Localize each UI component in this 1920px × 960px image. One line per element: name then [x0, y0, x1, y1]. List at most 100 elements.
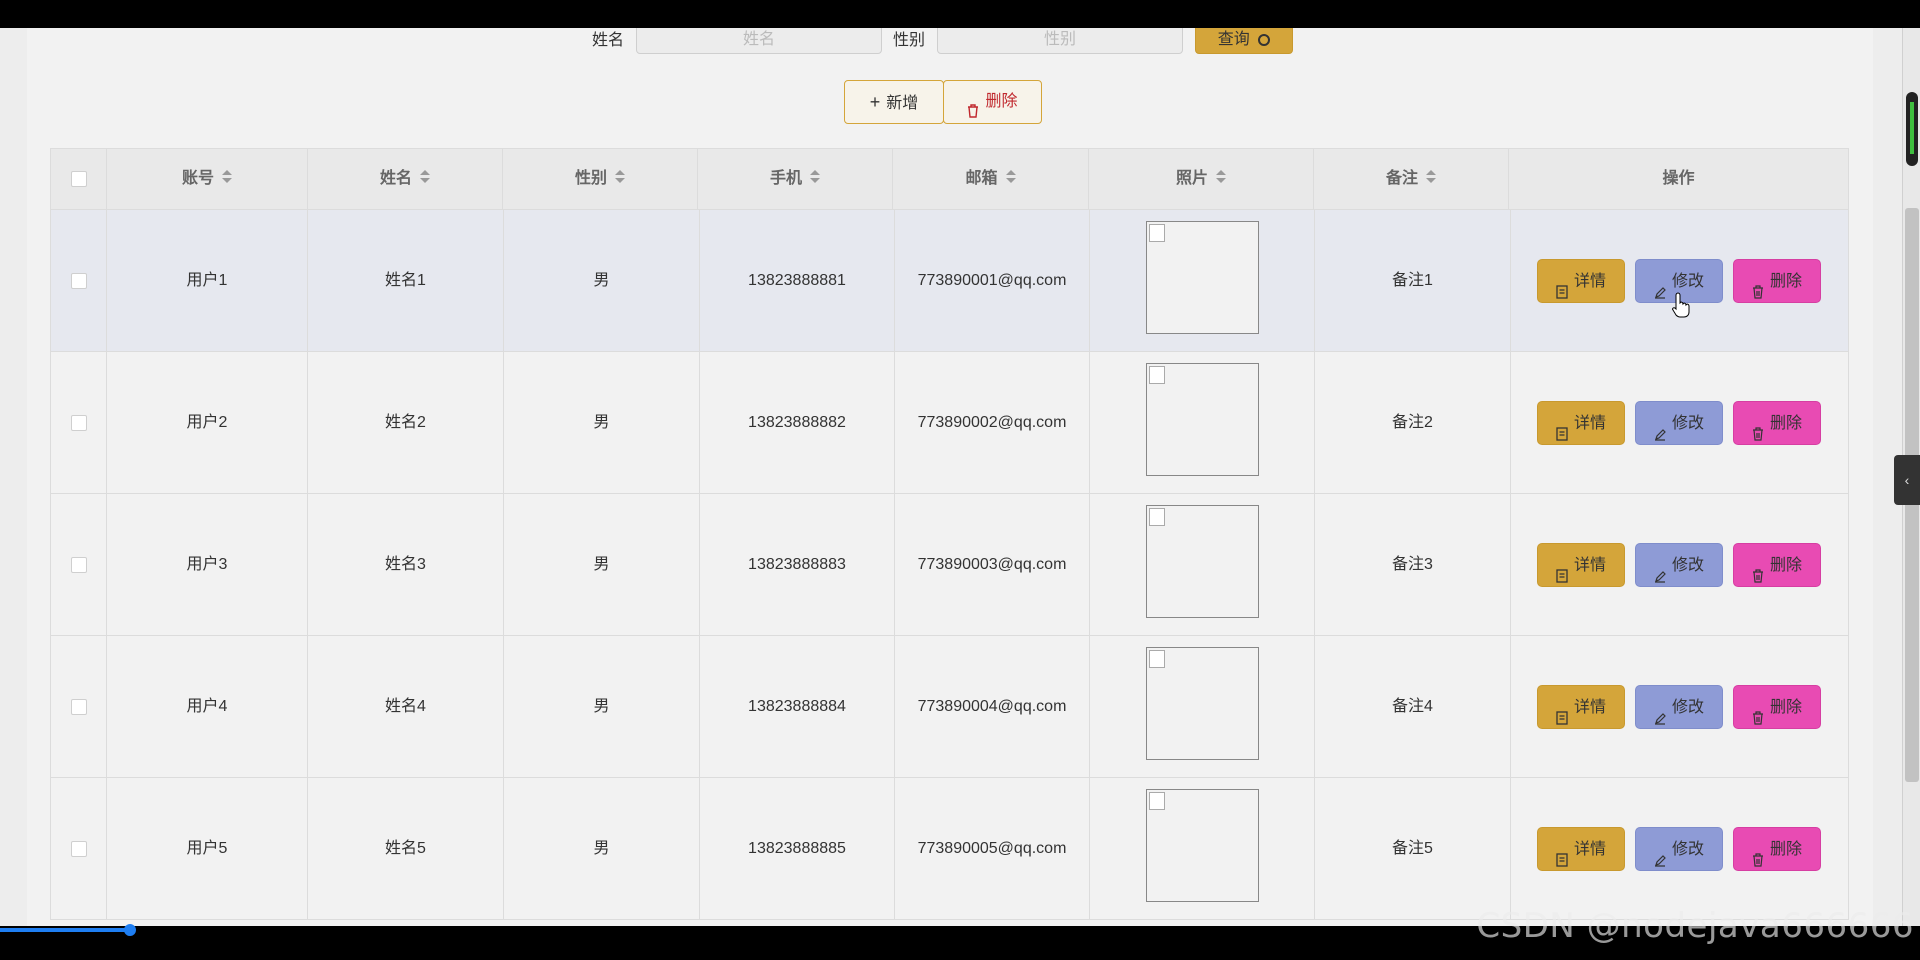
column-header-label: 姓名 — [379, 170, 412, 187]
plus-icon: + — [869, 92, 881, 112]
query-button-label: 查询 — [1217, 31, 1250, 48]
column-header-account[interactable]: 账号 — [107, 149, 308, 209]
email-cell: 773890005@qq.com — [895, 778, 1090, 919]
column-header-label: 账号 — [181, 170, 214, 187]
column-header-label: 备注 — [1385, 170, 1418, 187]
column-header-label: 操作 — [1662, 170, 1695, 187]
column-header-gender[interactable]: 性别 — [503, 149, 698, 209]
detail-button[interactable]: 详情 — [1537, 685, 1625, 729]
add-button-label: 新增 — [886, 95, 919, 112]
detail-button-label: 详情 — [1573, 699, 1606, 716]
trash-icon — [1752, 557, 1764, 583]
edit-button[interactable]: 修改 — [1635, 543, 1723, 587]
detail-button[interactable]: 详情 — [1537, 543, 1625, 587]
document-icon — [1556, 273, 1568, 299]
phone-cell: 13823888883 — [700, 494, 895, 635]
gender-search-input[interactable]: 性别 — [937, 28, 1183, 54]
actions-cell: 详情 修改 删除 — [1511, 778, 1848, 919]
table-body: 用户1 姓名1 男 13823888881 773890001@qq.com 备… — [50, 210, 1849, 920]
add-button[interactable]: + 新增 — [844, 80, 944, 124]
progress-handle[interactable] — [124, 924, 136, 936]
select-all-checkbox[interactable] — [70, 170, 87, 187]
remark-cell: 备注3 — [1315, 494, 1511, 635]
email-cell: 773890002@qq.com — [895, 352, 1090, 493]
pencil-icon — [1654, 273, 1666, 299]
row-checkbox[interactable] — [70, 414, 87, 431]
name-search-label: 姓名 — [592, 32, 625, 49]
sort-icon[interactable] — [810, 169, 820, 184]
delete-button-label: 删除 — [1769, 699, 1802, 716]
detail-button-label: 详情 — [1573, 841, 1606, 858]
chevron-left-icon[interactable]: ‹ — [1894, 455, 1920, 505]
email-cell: 773890001@qq.com — [895, 210, 1090, 351]
edit-button-label: 修改 — [1671, 557, 1704, 574]
remark-cell: 备注5 — [1315, 778, 1511, 919]
edit-button[interactable]: 修改 — [1635, 401, 1723, 445]
sort-icon[interactable] — [420, 169, 430, 184]
edit-button-label: 修改 — [1671, 841, 1704, 858]
delete-button[interactable]: 删除 — [1733, 827, 1821, 871]
name-cell: 姓名2 — [308, 352, 504, 493]
row-checkbox[interactable] — [70, 272, 87, 289]
account-cell: 用户2 — [107, 352, 308, 493]
table-row[interactable]: 用户1 姓名1 男 13823888881 773890001@qq.com 备… — [50, 210, 1849, 352]
sort-icon[interactable] — [222, 169, 232, 184]
batch-delete-button[interactable]: 删除 — [943, 80, 1042, 124]
table-row[interactable]: 用户4 姓名4 男 13823888884 773890004@qq.com 备… — [50, 636, 1849, 778]
edit-button[interactable]: 修改 — [1635, 685, 1723, 729]
trash-icon — [1752, 699, 1764, 725]
document-icon — [1556, 415, 1568, 441]
delete-button[interactable]: 删除 — [1733, 259, 1821, 303]
table-row[interactable]: 用户2 姓名2 男 13823888882 773890002@qq.com 备… — [50, 352, 1849, 494]
email-cell: 773890003@qq.com — [895, 494, 1090, 635]
account-cell: 用户4 — [107, 636, 308, 777]
sort-icon[interactable] — [1216, 169, 1226, 184]
gender-search-label: 性别 — [893, 32, 926, 49]
row-select-cell — [51, 778, 107, 919]
detail-button-label: 详情 — [1573, 415, 1606, 432]
delete-button[interactable]: 删除 — [1733, 543, 1821, 587]
pencil-icon — [1654, 415, 1666, 441]
top-black-bar — [0, 0, 1920, 28]
column-header-label: 手机 — [769, 170, 802, 187]
delete-button[interactable]: 删除 — [1733, 685, 1821, 729]
sort-icon[interactable] — [615, 169, 625, 184]
photo-cell — [1090, 494, 1315, 635]
detail-button[interactable]: 详情 — [1537, 401, 1625, 445]
row-checkbox[interactable] — [70, 840, 87, 857]
broken-image-icon — [1145, 221, 1259, 335]
column-header-remark[interactable]: 备注 — [1314, 149, 1509, 209]
trash-icon — [1752, 273, 1764, 299]
name-search-input[interactable]: 姓名 — [636, 28, 882, 54]
column-header-phone[interactable]: 手机 — [698, 149, 893, 209]
column-header-photo[interactable]: 照片 — [1089, 149, 1314, 209]
column-header-label: 性别 — [574, 170, 607, 187]
video-progress-bar[interactable] — [0, 928, 132, 932]
name-cell: 姓名5 — [308, 778, 504, 919]
main-content: 姓名 姓名 性别 性别 查询 + 新增 删除 账号 姓名 性别 手机 邮箱 照片… — [27, 28, 1873, 926]
detail-button[interactable]: 详情 — [1537, 259, 1625, 303]
row-checkbox[interactable] — [70, 698, 87, 715]
scroll-indicator — [1906, 92, 1918, 166]
gender-cell: 男 — [504, 494, 700, 635]
column-header-name[interactable]: 姓名 — [308, 149, 503, 209]
edit-button-label: 修改 — [1671, 699, 1704, 716]
column-header-label: 邮箱 — [965, 170, 998, 187]
table-row[interactable]: 用户3 姓名3 男 13823888883 773890003@qq.com 备… — [50, 494, 1849, 636]
sort-icon[interactable] — [1005, 169, 1016, 184]
row-checkbox[interactable] — [70, 556, 87, 573]
table-header: 账号 姓名 性别 手机 邮箱 照片 备注 操作 — [50, 148, 1849, 210]
edit-button[interactable]: 修改 — [1635, 827, 1723, 871]
remark-cell: 备注2 — [1315, 352, 1511, 493]
delete-button[interactable]: 删除 — [1733, 401, 1821, 445]
column-header-email[interactable]: 邮箱 — [893, 149, 1089, 209]
gender-cell: 男 — [504, 778, 700, 919]
batch-delete-button-label: 删除 — [985, 93, 1018, 110]
sort-icon[interactable] — [1426, 169, 1436, 184]
detail-button[interactable]: 详情 — [1537, 827, 1625, 871]
delete-button-label: 删除 — [1769, 557, 1802, 574]
query-button[interactable]: 查询 — [1195, 28, 1293, 54]
table-row[interactable]: 用户5 姓名5 男 13823888885 773890005@qq.com 备… — [50, 778, 1849, 920]
column-header-actions: 操作 — [1509, 149, 1848, 209]
gender-cell: 男 — [504, 210, 700, 351]
